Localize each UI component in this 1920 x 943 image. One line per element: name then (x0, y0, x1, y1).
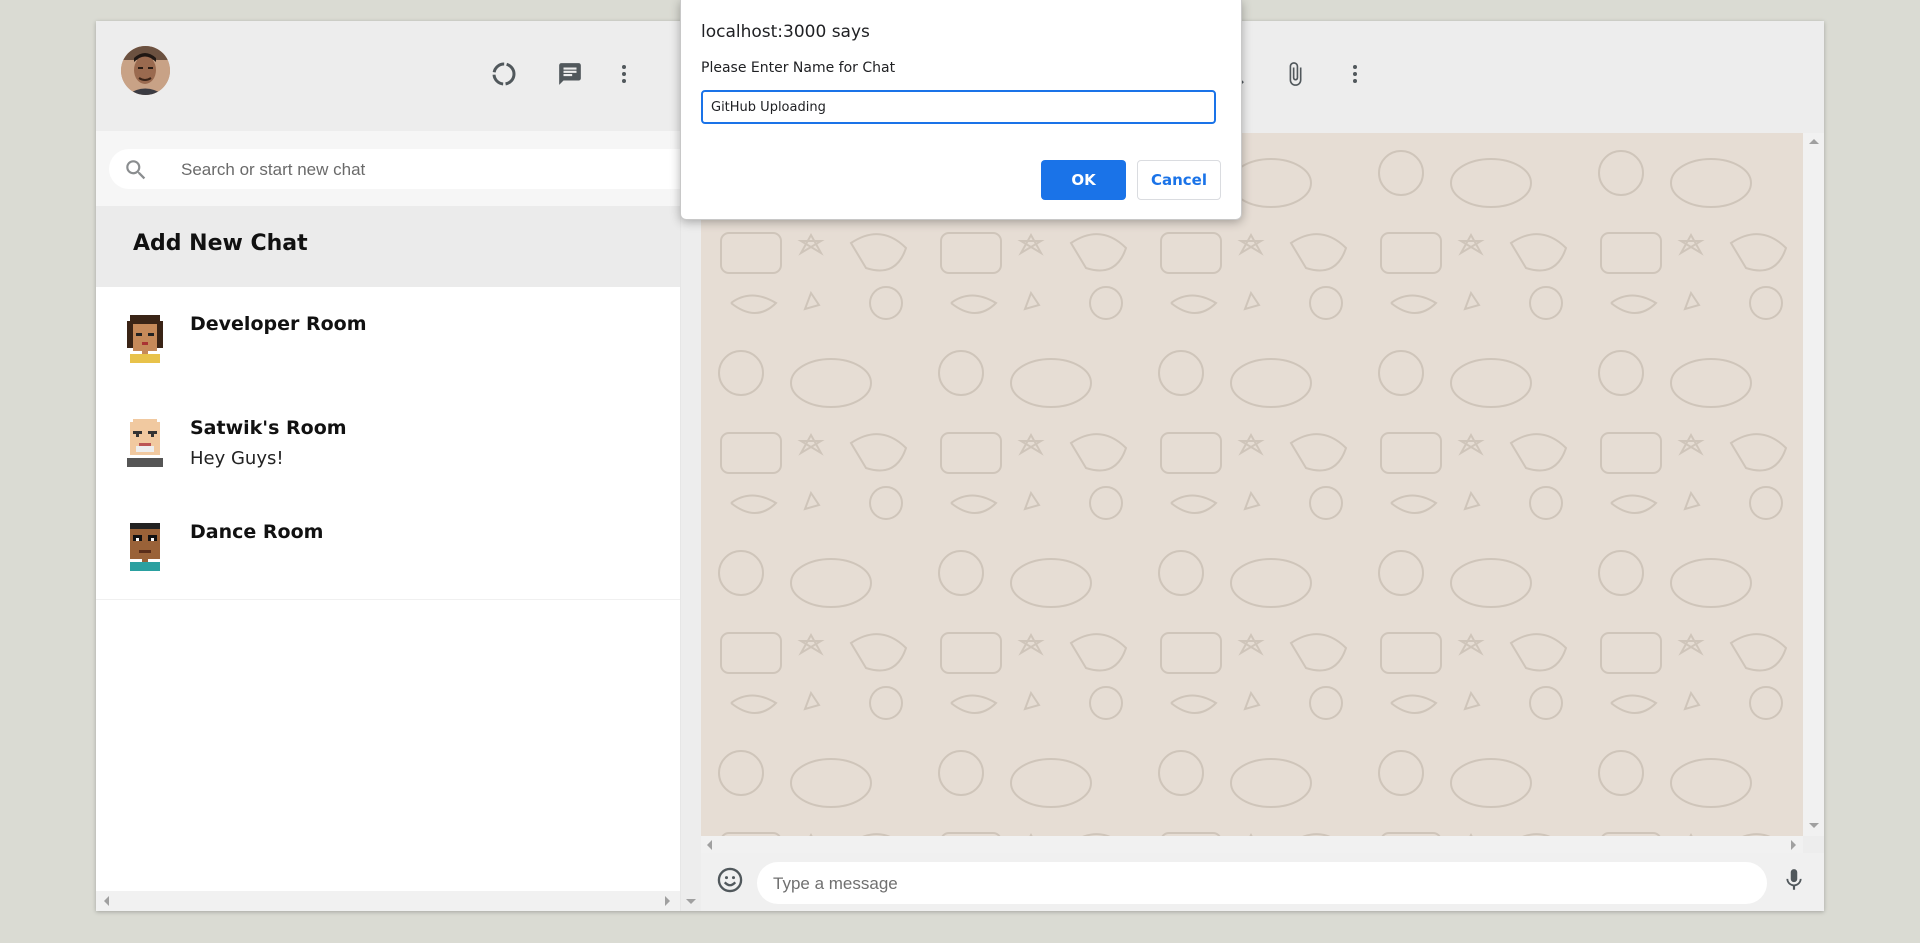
cancel-button[interactable]: Cancel (1137, 160, 1221, 200)
room-avatar (124, 315, 166, 363)
dialog-message: Please Enter Name for Chat (701, 60, 896, 76)
chat-menu-button[interactable] (1334, 55, 1376, 97)
message-input[interactable] (771, 871, 1755, 897)
chat-name-input[interactable] (701, 90, 1216, 124)
scroll-right-arrow-icon[interactable] (665, 896, 670, 906)
scroll-left-arrow-icon[interactable] (707, 840, 712, 850)
scroll-down-arrow-icon[interactable] (686, 899, 696, 904)
ok-button[interactable]: OK (1041, 160, 1126, 200)
room-name: Dance Room (190, 521, 324, 543)
room-avatar (124, 523, 166, 571)
search-box[interactable] (109, 149, 680, 189)
status-button[interactable] (483, 55, 525, 97)
scroll-right-arrow-icon[interactable] (1791, 840, 1796, 850)
add-new-chat-label: Add New Chat (133, 231, 308, 256)
mic-button[interactable] (1773, 861, 1815, 903)
emoji-button[interactable] (709, 861, 751, 903)
scroll-down-arrow-icon[interactable] (1809, 823, 1819, 828)
chat-room-item[interactable]: Developer Room (96, 287, 680, 392)
room-avatar (124, 419, 166, 467)
chat-wallpaper-pattern (701, 133, 1803, 836)
chat-icon (557, 61, 583, 92)
more-vert-icon (612, 62, 636, 91)
dialog-title: localhost:3000 says (701, 22, 870, 42)
sidebar-menu-button[interactable] (603, 55, 645, 97)
prompt-dialog: localhost:3000 says Please Enter Name fo… (680, 0, 1242, 220)
mic-icon (1781, 866, 1807, 899)
sidebar-horizontal-scrollbar[interactable] (96, 891, 680, 911)
attach-button[interactable] (1274, 55, 1316, 97)
chat-vertical-scrollbar[interactable] (1803, 133, 1824, 836)
add-new-chat-button[interactable]: Add New Chat (96, 206, 680, 287)
room-name: Satwik's Room (190, 417, 347, 439)
user-avatar[interactable] (121, 46, 170, 95)
chat-left-gutter (681, 133, 701, 911)
message-composer (701, 853, 1824, 911)
attach-icon (1282, 60, 1308, 93)
search-icon (123, 157, 149, 188)
scroll-up-arrow-icon[interactable] (1809, 139, 1819, 144)
emoji-icon (716, 866, 744, 899)
room-name: Developer Room (190, 313, 367, 335)
chat-room-item[interactable]: Satwik's Room Hey Guys! (96, 391, 680, 496)
search-input[interactable] (179, 157, 663, 183)
room-last-message: Hey Guys! (190, 448, 284, 469)
new-chat-button[interactable] (549, 55, 591, 97)
more-vert-icon (1343, 62, 1367, 91)
scroll-left-arrow-icon[interactable] (104, 896, 109, 906)
chat-horizontal-scrollbar[interactable] (701, 836, 1803, 853)
chat-messages-area (701, 133, 1803, 836)
status-icon (490, 60, 518, 93)
chat-room-item[interactable]: Dance Room (96, 495, 680, 600)
sidebar-header (96, 21, 680, 131)
message-input-box[interactable] (757, 862, 1767, 904)
